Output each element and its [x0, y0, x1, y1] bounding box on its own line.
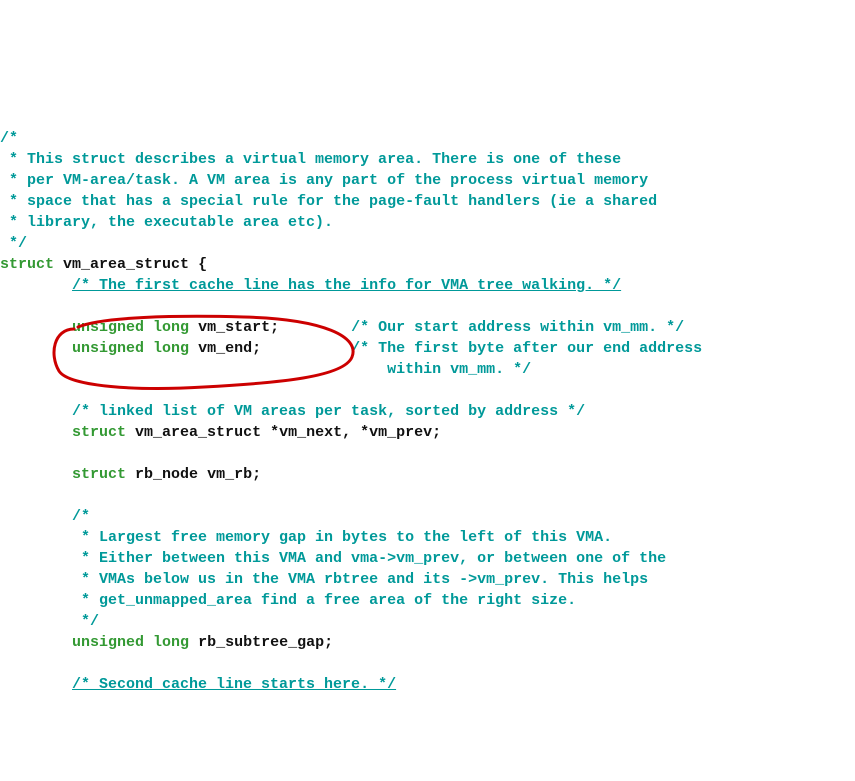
comma: , [342, 424, 360, 441]
keyword-long: long [153, 319, 189, 336]
comment-gap-l6: */ [72, 613, 99, 630]
keyword-struct: struct [72, 466, 126, 483]
code-viewport: /* * This struct describes a virtual mem… [0, 84, 855, 676]
semicolon: ; [270, 319, 279, 336]
keyword-struct: struct [0, 256, 54, 273]
keyword-unsigned: unsigned [72, 634, 144, 651]
identifier-rb_node: rb_node [135, 466, 198, 483]
comment-block-header-l2: * This struct describes a virtual memory… [0, 151, 621, 168]
semicolon: ; [432, 424, 441, 441]
comment-vm_end-l2: within vm_mm. */ [360, 361, 531, 378]
identifier-vm_end: vm_end [198, 340, 252, 357]
comment-vm_start: /* Our start address within vm_mm. */ [351, 319, 684, 336]
comment-vm_end-l1: /* The first byte after our end address [351, 340, 702, 357]
comment-block-header-l4: * space that has a special rule for the … [0, 193, 657, 210]
semicolon: ; [252, 340, 261, 357]
comment-second-cache-line: /* Second cache line starts here. */ [72, 676, 396, 693]
comment-gap-l4: * VMAs below us in the VMA rbtree and it… [72, 571, 648, 588]
comment-block-header-l6: */ [0, 235, 27, 252]
keyword-unsigned: unsigned [72, 319, 144, 336]
identifier-vm_rb: vm_rb [207, 466, 252, 483]
keyword-struct: struct [72, 424, 126, 441]
comment-linked-list: /* linked list of VM areas per task, sor… [72, 403, 585, 420]
comment-block-header-l5: * library, the executable area etc). [0, 214, 333, 231]
identifier-rb_subtree_gap: rb_subtree_gap [198, 634, 324, 651]
comment-block-header-l3: * per VM-area/task. A VM area is any par… [0, 172, 648, 189]
semicolon: ; [252, 466, 261, 483]
brace-open: { [189, 256, 207, 273]
comment-gap-l1: /* [72, 508, 90, 525]
keyword-long: long [153, 634, 189, 651]
comment-first-cache-line: /* The first cache line has the info for… [72, 277, 621, 294]
comment-gap-l2: * Largest free memory gap in bytes to th… [72, 529, 612, 546]
keyword-unsigned: unsigned [72, 340, 144, 357]
identifier-vm_prev: *vm_prev [360, 424, 432, 441]
identifier-vm_start: vm_start [198, 319, 270, 336]
comment-block-header-l1: /* [0, 130, 18, 147]
semicolon: ; [324, 634, 333, 651]
identifier-vm_area_struct: vm_area_struct [63, 256, 189, 273]
identifier-vm_area_struct: vm_area_struct [135, 424, 261, 441]
identifier-vm_next: *vm_next [270, 424, 342, 441]
keyword-long: long [153, 340, 189, 357]
comment-gap-l3: * Either between this VMA and vma->vm_pr… [72, 550, 666, 567]
comment-gap-l5: * get_unmapped_area find a free area of … [72, 592, 576, 609]
